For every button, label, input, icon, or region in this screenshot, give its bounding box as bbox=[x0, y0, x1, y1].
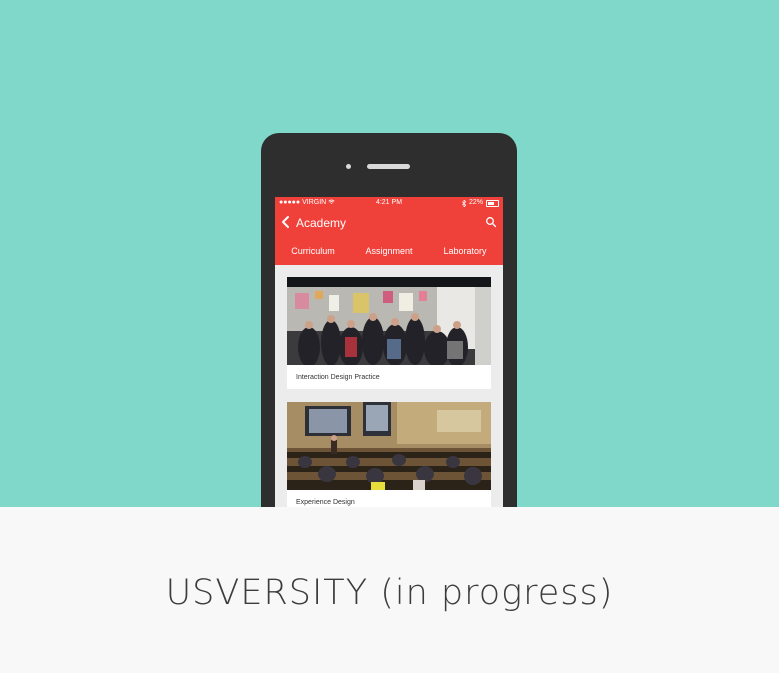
caption-section: USVERSITY (in progress) bbox=[0, 507, 779, 673]
course-card[interactable]: Experience Design bbox=[287, 402, 491, 507]
tab-assignment[interactable]: Assignment bbox=[351, 246, 427, 256]
bluetooth-icon bbox=[461, 199, 466, 207]
course-card[interactable]: Interaction Design Practice bbox=[287, 277, 491, 389]
front-camera bbox=[346, 164, 351, 169]
page-title: Academy bbox=[296, 216, 347, 230]
app-header: ●●●●● VIRGIN 4:21 PM 22% Academy Curricu… bbox=[275, 197, 503, 265]
tab-laboratory[interactable]: Laboratory bbox=[427, 246, 503, 256]
hero-background: ●●●●● VIRGIN 4:21 PM 22% Academy Curricu… bbox=[0, 0, 779, 507]
search-icon[interactable] bbox=[485, 216, 497, 228]
course-photo bbox=[287, 277, 491, 365]
tab-bar: Curriculum Assignment Laboratory bbox=[275, 237, 503, 265]
course-title: Interaction Design Practice bbox=[296, 374, 380, 381]
phone-mockup: ●●●●● VIRGIN 4:21 PM 22% Academy Curricu… bbox=[261, 133, 517, 507]
status-bar: ●●●●● VIRGIN 4:21 PM 22% bbox=[275, 197, 503, 209]
course-photo bbox=[287, 402, 491, 490]
chevron-left-icon[interactable] bbox=[279, 215, 293, 229]
title-bar: Academy bbox=[275, 209, 503, 237]
course-title: Experience Design bbox=[296, 499, 355, 506]
phone-screen: ●●●●● VIRGIN 4:21 PM 22% Academy Curricu… bbox=[275, 197, 503, 507]
battery-percent: 22% bbox=[468, 199, 483, 206]
battery-icon bbox=[486, 199, 499, 207]
tab-curriculum[interactable]: Curriculum bbox=[275, 246, 351, 256]
project-caption: USVERSITY (in progress) bbox=[165, 573, 614, 613]
earpiece-speaker bbox=[367, 164, 410, 169]
status-right: 22% bbox=[461, 197, 499, 209]
